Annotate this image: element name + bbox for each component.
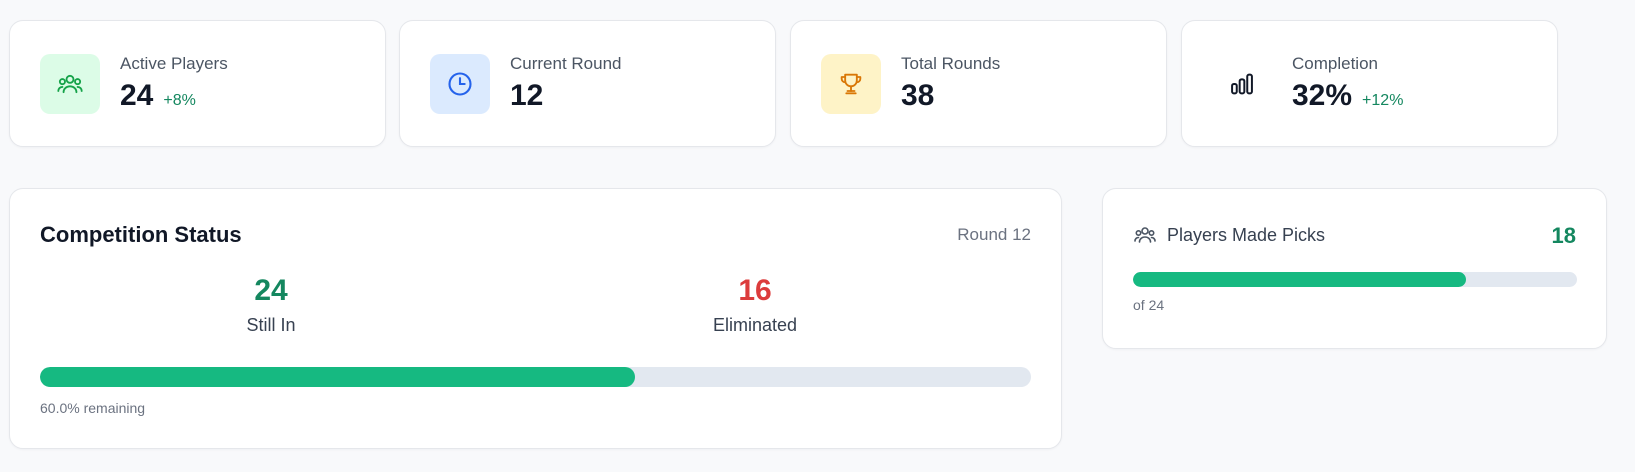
players-made-picks-card: Players Made Picks 18 of 24 <box>1102 188 1607 349</box>
stat-delta: +8% <box>163 92 196 109</box>
stat-label: Completion <box>1292 54 1378 73</box>
picks-total-text: of 24 <box>1133 297 1165 313</box>
eliminated-label: Eliminated <box>712 315 798 335</box>
stat-value: 12 <box>510 79 544 112</box>
still-in-count: 24 <box>254 274 288 307</box>
stat-value: 24 <box>120 79 154 112</box>
picks-progress-fill <box>1133 272 1466 287</box>
picks-progress-bar <box>1133 272 1577 287</box>
picks-count: 18 <box>1551 223 1576 248</box>
stat-delta: +12% <box>1362 92 1404 109</box>
stat-label: Active Players <box>120 54 228 73</box>
competition-status-card: Competition Status Round 12 24 Still In … <box>9 188 1062 449</box>
users-icon <box>1133 223 1157 247</box>
remaining-progress-fill <box>40 367 635 387</box>
remaining-progress-bar <box>40 367 1031 387</box>
remaining-text: 60.0% remaining <box>40 400 146 416</box>
competition-round: Round 12 <box>957 225 1031 244</box>
users-icon <box>40 54 100 114</box>
picks-title: Players Made Picks <box>1167 224 1326 245</box>
stat-value: 32% <box>1292 79 1353 112</box>
still-in-label: Still In <box>246 315 296 335</box>
eliminated-count: 16 <box>738 274 772 307</box>
competition-title: Competition Status <box>40 222 242 247</box>
clock-icon <box>430 54 490 114</box>
stat-value: 38 <box>901 79 935 112</box>
stat-card-total-rounds: Total Rounds 38 <box>790 20 1167 147</box>
bar-chart-icon <box>1212 54 1272 114</box>
stat-card-completion: Completion 32% +12% <box>1181 20 1558 147</box>
stat-card-current-round: Current Round 12 <box>399 20 776 147</box>
stat-card-active-players: Active Players 24 +8% <box>9 20 386 147</box>
stat-label: Total Rounds <box>901 54 1001 73</box>
trophy-icon <box>821 54 881 114</box>
stat-label: Current Round <box>510 54 622 73</box>
